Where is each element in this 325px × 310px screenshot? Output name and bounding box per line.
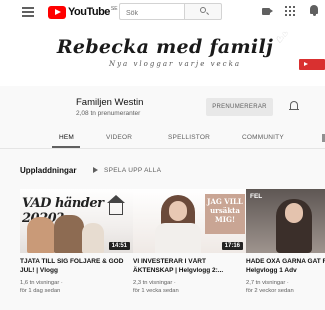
- video-thumbnail[interactable]: VAD händer 2020? 14:51: [20, 189, 133, 253]
- video-title[interactable]: HADE OXÅ GÄRNA GAT FEST | Helgvlogg 1 Ad…: [246, 258, 325, 275]
- video-card[interactable]: JAG VILL ursäkta MIG! 17:16 VI INVESTERA…: [133, 189, 246, 295]
- face-shape: [285, 203, 303, 223]
- small-heart-icon: ♡: [282, 32, 289, 39]
- face-shape: [169, 201, 187, 221]
- video-title[interactable]: TJATA TILL SIG FÖLJARE & GOD JUL! | Vlog…: [20, 258, 130, 275]
- channel-banner: Rebecka med familj Nya vloggar varje vec…: [0, 24, 325, 86]
- menu-icon[interactable]: [22, 7, 34, 17]
- play-logo-icon: [48, 5, 66, 19]
- notifications-icon[interactable]: [310, 5, 318, 16]
- video-age: för 1 dag sedan: [20, 288, 61, 294]
- video-thumbnail[interactable]: JAG VILL ursäkta MIG! 17:16: [133, 189, 246, 253]
- video-thumbnail[interactable]: FEL: [246, 189, 325, 253]
- banner-subscribe-link[interactable]: [299, 59, 325, 70]
- thumbnail-text: JAG VILL ursäkta MIG!: [205, 194, 245, 234]
- uploads-shelf: Uppladdningar SPELA UPP ALLA VAD händer …: [0, 149, 325, 310]
- person-figure: [27, 217, 55, 253]
- tab-community[interactable]: COMMUNITY: [242, 134, 284, 141]
- house-icon: [107, 195, 125, 215]
- banner-subtitle: Nya vloggar varje vecka: [108, 60, 242, 68]
- tab-playlists[interactable]: SPELLISTOR: [168, 134, 210, 141]
- notification-bell-icon[interactable]: [289, 101, 299, 111]
- channel-tabs: HEM VIDEOR SPELLISTOR COMMUNITY: [40, 130, 325, 148]
- video-card[interactable]: FEL HADE OXÅ GÄRNA GAT FEST | Helgvlogg …: [246, 189, 325, 295]
- channel-name[interactable]: Familjen Westin: [76, 97, 143, 108]
- video-age: för 2 veckor sedan: [246, 288, 294, 294]
- search-button[interactable]: [184, 3, 222, 20]
- youtube-logo[interactable]: YouTube SE: [48, 5, 118, 19]
- video-views: 2,3 tn visningar ·: [133, 280, 176, 286]
- person-figure: [54, 215, 84, 253]
- create-video-icon[interactable]: [262, 8, 273, 15]
- play-icon: [93, 167, 98, 173]
- video-duration: 14:51: [108, 242, 130, 250]
- video-age: för 1 vecka sedan: [133, 288, 179, 294]
- sweater-shape: [155, 223, 201, 253]
- video-title[interactable]: VI INVESTERAR I VÅRT ÄKTENSKAP | Helgvlo…: [133, 258, 243, 275]
- tab-home[interactable]: HEM: [59, 134, 74, 141]
- channel-header: Familjen Westin 2,08 tn prenumeranter PR…: [0, 86, 325, 148]
- video-views: 1,6 tn visningar ·: [20, 280, 63, 286]
- logo-wordmark: YouTube: [68, 6, 110, 18]
- thumbnail-text: FEL: [250, 193, 263, 200]
- subscriber-count: 2,08 tn prenumeranter: [76, 110, 141, 117]
- video-views: 2,7 tn visningar ·: [246, 280, 289, 286]
- person-figure: [82, 223, 104, 253]
- subscribed-button[interactable]: PRENUMERERAR: [206, 98, 273, 116]
- apps-icon[interactable]: [285, 6, 295, 16]
- search-input[interactable]: [119, 3, 184, 20]
- masthead: YouTube SE: [0, 0, 325, 24]
- play-all-button[interactable]: SPELA UPP ALLA: [104, 167, 161, 174]
- video-duration: 17:16: [221, 242, 243, 250]
- shelf-title[interactable]: Uppladdningar: [20, 166, 76, 175]
- video-card[interactable]: VAD händer 2020? 14:51 TJATA TILL SIG FÖ…: [20, 189, 133, 295]
- search-icon: [200, 7, 206, 13]
- logo-region: SE: [110, 6, 118, 12]
- tab-videos[interactable]: VIDEOR: [106, 134, 132, 141]
